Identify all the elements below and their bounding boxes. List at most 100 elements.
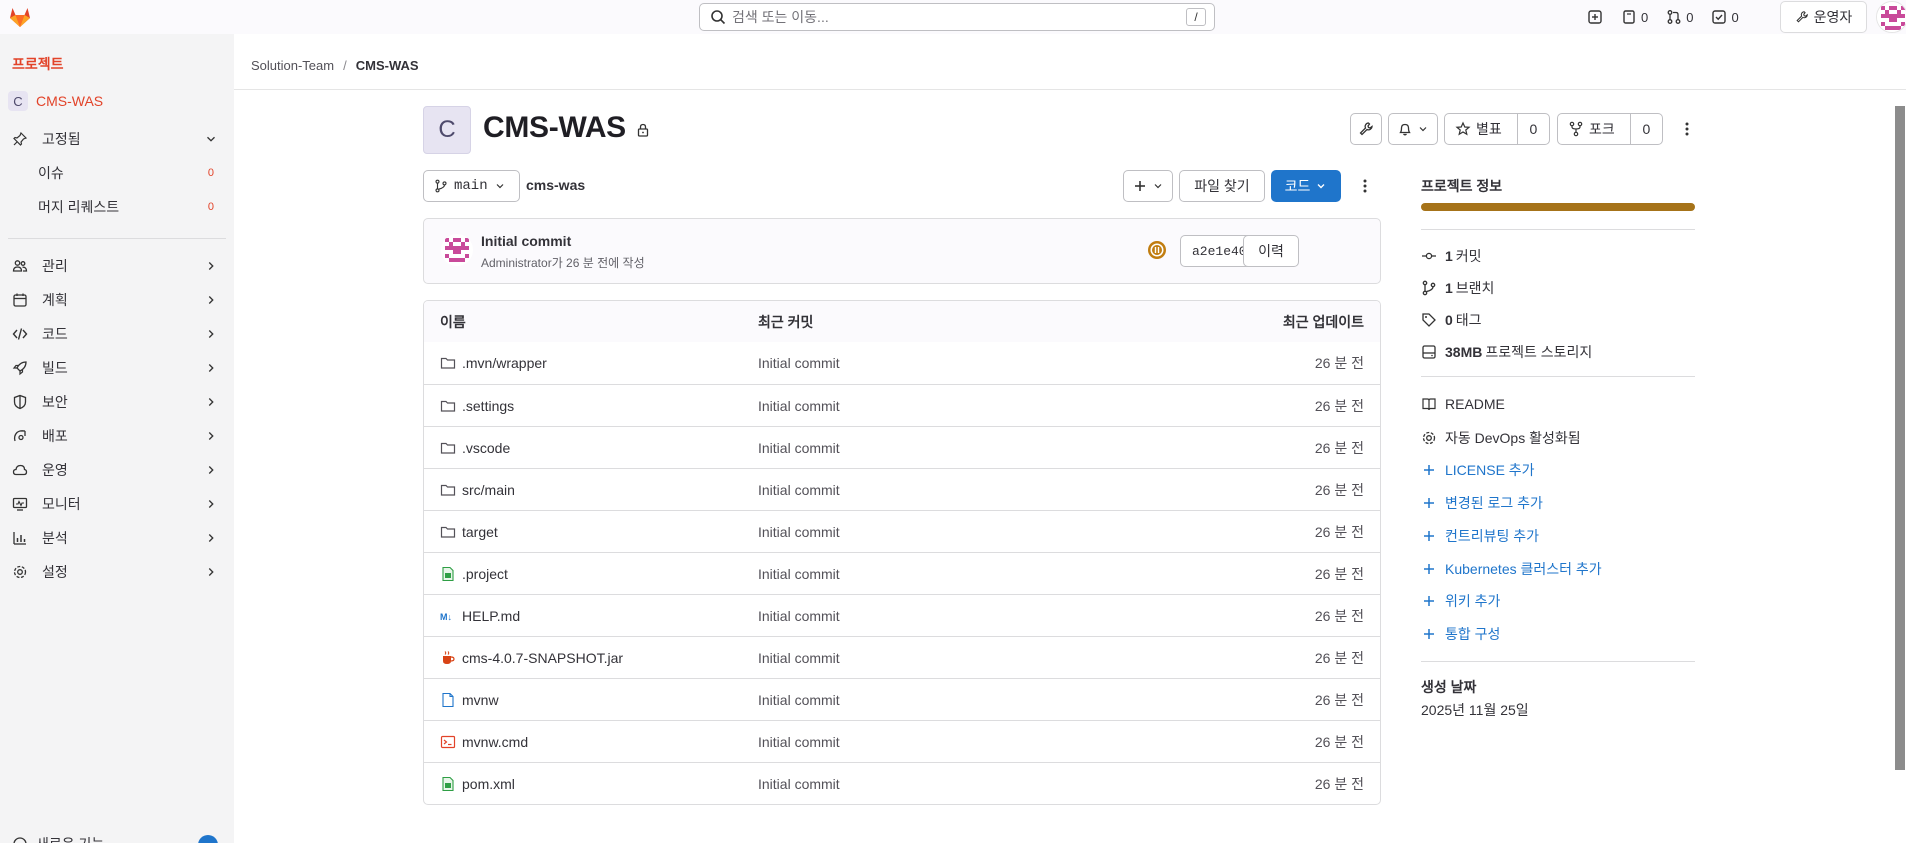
find-file-button[interactable]: 파일 찾기	[1179, 170, 1265, 202]
last-commit-link[interactable]: Initial commit	[758, 482, 840, 498]
configure-integrations-link[interactable]: 통합 구성	[1421, 624, 1500, 644]
last-commit-link[interactable]: Initial commit	[758, 650, 840, 666]
file-name-cell[interactable]: src/main	[440, 482, 515, 498]
file-name-link[interactable]: target	[462, 524, 498, 540]
sidebar-item-deploy[interactable]: 배포	[8, 422, 226, 450]
add-wiki-link[interactable]: 위키 추가	[1421, 591, 1500, 611]
table-row[interactable]: mvnw.cmd Initial commit 26 분 전	[424, 720, 1380, 762]
repo-path[interactable]: cms-was	[526, 177, 585, 193]
last-commit-link[interactable]: Initial commit	[758, 524, 840, 540]
commit-title-link[interactable]: Initial commit	[481, 233, 571, 249]
scrollbar-thumb[interactable]	[1895, 106, 1905, 770]
sidebar-project-link[interactable]: C CMS-WAS	[8, 91, 103, 111]
sidebar-item-code[interactable]: 코드	[8, 320, 226, 348]
sidebar-item-pinned[interactable]: 고정됨	[8, 125, 226, 153]
repo-more-actions-kebab-icon[interactable]	[1357, 178, 1373, 194]
file-name-link[interactable]: mvnw.cmd	[462, 734, 528, 750]
file-name-link[interactable]: pom.xml	[462, 776, 515, 792]
file-name-cell[interactable]: M↓ HELP.md	[440, 608, 520, 624]
last-commit-link[interactable]: Initial commit	[758, 776, 840, 792]
storage-link[interactable]: 38MB 프로젝트 스토리지	[1421, 342, 1592, 362]
file-name-link[interactable]: mvnw	[462, 692, 499, 708]
file-name-link[interactable]: .vscode	[462, 440, 510, 456]
last-commit-link[interactable]: Initial commit	[758, 355, 840, 371]
table-row[interactable]: .mvn/wrapper Initial commit 26 분 전	[424, 342, 1380, 384]
table-row[interactable]: cms-4.0.7-SNAPSHOT.jar Initial commit 26 분…	[424, 636, 1380, 678]
star-count[interactable]: 0	[1518, 114, 1549, 144]
fork-button[interactable]: 포크	[1558, 114, 1631, 144]
pipeline-paused-icon[interactable]	[1147, 240, 1167, 260]
auto-devops-link[interactable]: 자동 DevOps 활성화됨	[1421, 428, 1581, 448]
add-contributing-link[interactable]: 컨트리뷰팅 추가	[1421, 526, 1539, 546]
sidebar-item-build[interactable]: 빌드	[8, 354, 226, 382]
add-kubernetes-cluster-link[interactable]: Kubernetes 클러스터 추가	[1421, 559, 1602, 579]
file-name-link[interactable]: HELP.md	[462, 608, 520, 624]
file-name-link[interactable]: src/main	[462, 482, 515, 498]
sidebar-item-operate[interactable]: 운영	[8, 456, 226, 484]
page-scrollbar[interactable]	[1893, 90, 1906, 770]
file-name-cell[interactable]: cms-4.0.7-SNAPSHOT.jar	[440, 650, 623, 666]
history-button[interactable]: 이력	[1243, 235, 1299, 267]
sidebar-item-analyze[interactable]: 분석	[8, 524, 226, 552]
merge-requests-button[interactable]: 0	[1666, 9, 1693, 25]
add-dropdown-button[interactable]	[1123, 170, 1173, 202]
file-name-link[interactable]: cms-4.0.7-SNAPSHOT.jar	[462, 650, 623, 666]
branches-link[interactable]: 1 브랜치	[1421, 278, 1494, 298]
search-input[interactable]: 검색 또는 이동... /	[699, 3, 1215, 31]
whats-new-link[interactable]: 새로운 기능	[12, 834, 104, 843]
table-row[interactable]: .settings Initial commit 26 분 전	[424, 384, 1380, 426]
create-new-button[interactable]	[1587, 9, 1603, 25]
table-row[interactable]: M↓ HELP.md Initial commit 26 분 전	[424, 594, 1380, 636]
file-name-link[interactable]: .settings	[462, 398, 514, 414]
sidebar-item-manage[interactable]: 관리	[8, 252, 226, 280]
add-changelog-link[interactable]: 변경된 로그 추가	[1421, 493, 1543, 513]
table-row[interactable]: .vscode Initial commit 26 분 전	[424, 426, 1380, 468]
branch-selector[interactable]: main	[423, 170, 520, 202]
file-name-cell[interactable]: .vscode	[440, 440, 510, 456]
admin-button[interactable]: 운영자	[1780, 1, 1867, 33]
table-row[interactable]: mvnw Initial commit 26 분 전	[424, 678, 1380, 720]
star-button[interactable]: 별표	[1445, 114, 1518, 144]
commits-link[interactable]: 1 커밋	[1421, 246, 1482, 266]
file-name-cell[interactable]: mvnw	[440, 692, 499, 708]
sidebar-item-issues[interactable]: 이슈 0	[38, 159, 218, 187]
sidebar-item-settings[interactable]: 설정	[8, 558, 226, 586]
file-name-cell[interactable]: mvnw.cmd	[440, 734, 528, 750]
sidebar-item-monitor[interactable]: 모니터	[8, 490, 226, 518]
breadcrumb-group-link[interactable]: Solution-Team	[251, 58, 334, 73]
notifications-dropdown[interactable]	[1388, 113, 1438, 145]
gitlab-logo-icon[interactable]	[8, 5, 32, 29]
table-row[interactable]: target Initial commit 26 분 전	[424, 510, 1380, 552]
file-name-cell[interactable]: .project	[440, 566, 508, 582]
fork-count[interactable]: 0	[1631, 114, 1662, 144]
table-row[interactable]: src/main Initial commit 26 분 전	[424, 468, 1380, 510]
sidebar-item-plan[interactable]: 계획	[8, 286, 226, 314]
user-avatar[interactable]	[1876, 1, 1906, 33]
file-name-link[interactable]: .mvn/wrapper	[462, 355, 547, 371]
file-name-cell[interactable]: .settings	[440, 398, 514, 414]
sidebar-item-merge-requests[interactable]: 머지 리퀘스트 0	[38, 193, 218, 221]
breadcrumb-project-link[interactable]: CMS-WAS	[356, 58, 419, 73]
last-commit-link[interactable]: Initial commit	[758, 398, 840, 414]
commit-author-avatar[interactable]	[441, 234, 473, 266]
todos-button[interactable]: 0	[1711, 9, 1739, 25]
tags-link[interactable]: 0 태그	[1421, 310, 1482, 330]
table-row[interactable]: pom.xml Initial commit 26 분 전	[424, 762, 1380, 804]
last-commit-link[interactable]: Initial commit	[758, 608, 840, 624]
admin-settings-button[interactable]	[1350, 113, 1382, 145]
last-commit-link[interactable]: Initial commit	[758, 692, 840, 708]
file-name-cell[interactable]: pom.xml	[440, 776, 515, 792]
last-commit-link[interactable]: Initial commit	[758, 566, 840, 582]
last-commit-link[interactable]: Initial commit	[758, 440, 840, 456]
code-dropdown-button[interactable]: 코드	[1271, 170, 1341, 202]
issues-button[interactable]: 0	[1621, 9, 1648, 25]
last-commit-link[interactable]: Initial commit	[758, 734, 840, 750]
file-name-cell[interactable]: target	[440, 524, 498, 540]
more-actions-kebab-icon[interactable]	[1679, 121, 1695, 137]
readme-link[interactable]: README	[1421, 396, 1505, 412]
add-license-link[interactable]: LICENSE 추가	[1421, 460, 1535, 480]
sidebar-item-secure[interactable]: 보안	[8, 388, 226, 416]
file-name-cell[interactable]: .mvn/wrapper	[440, 355, 547, 371]
table-row[interactable]: .project Initial commit 26 분 전	[424, 552, 1380, 594]
file-name-link[interactable]: .project	[462, 566, 508, 582]
